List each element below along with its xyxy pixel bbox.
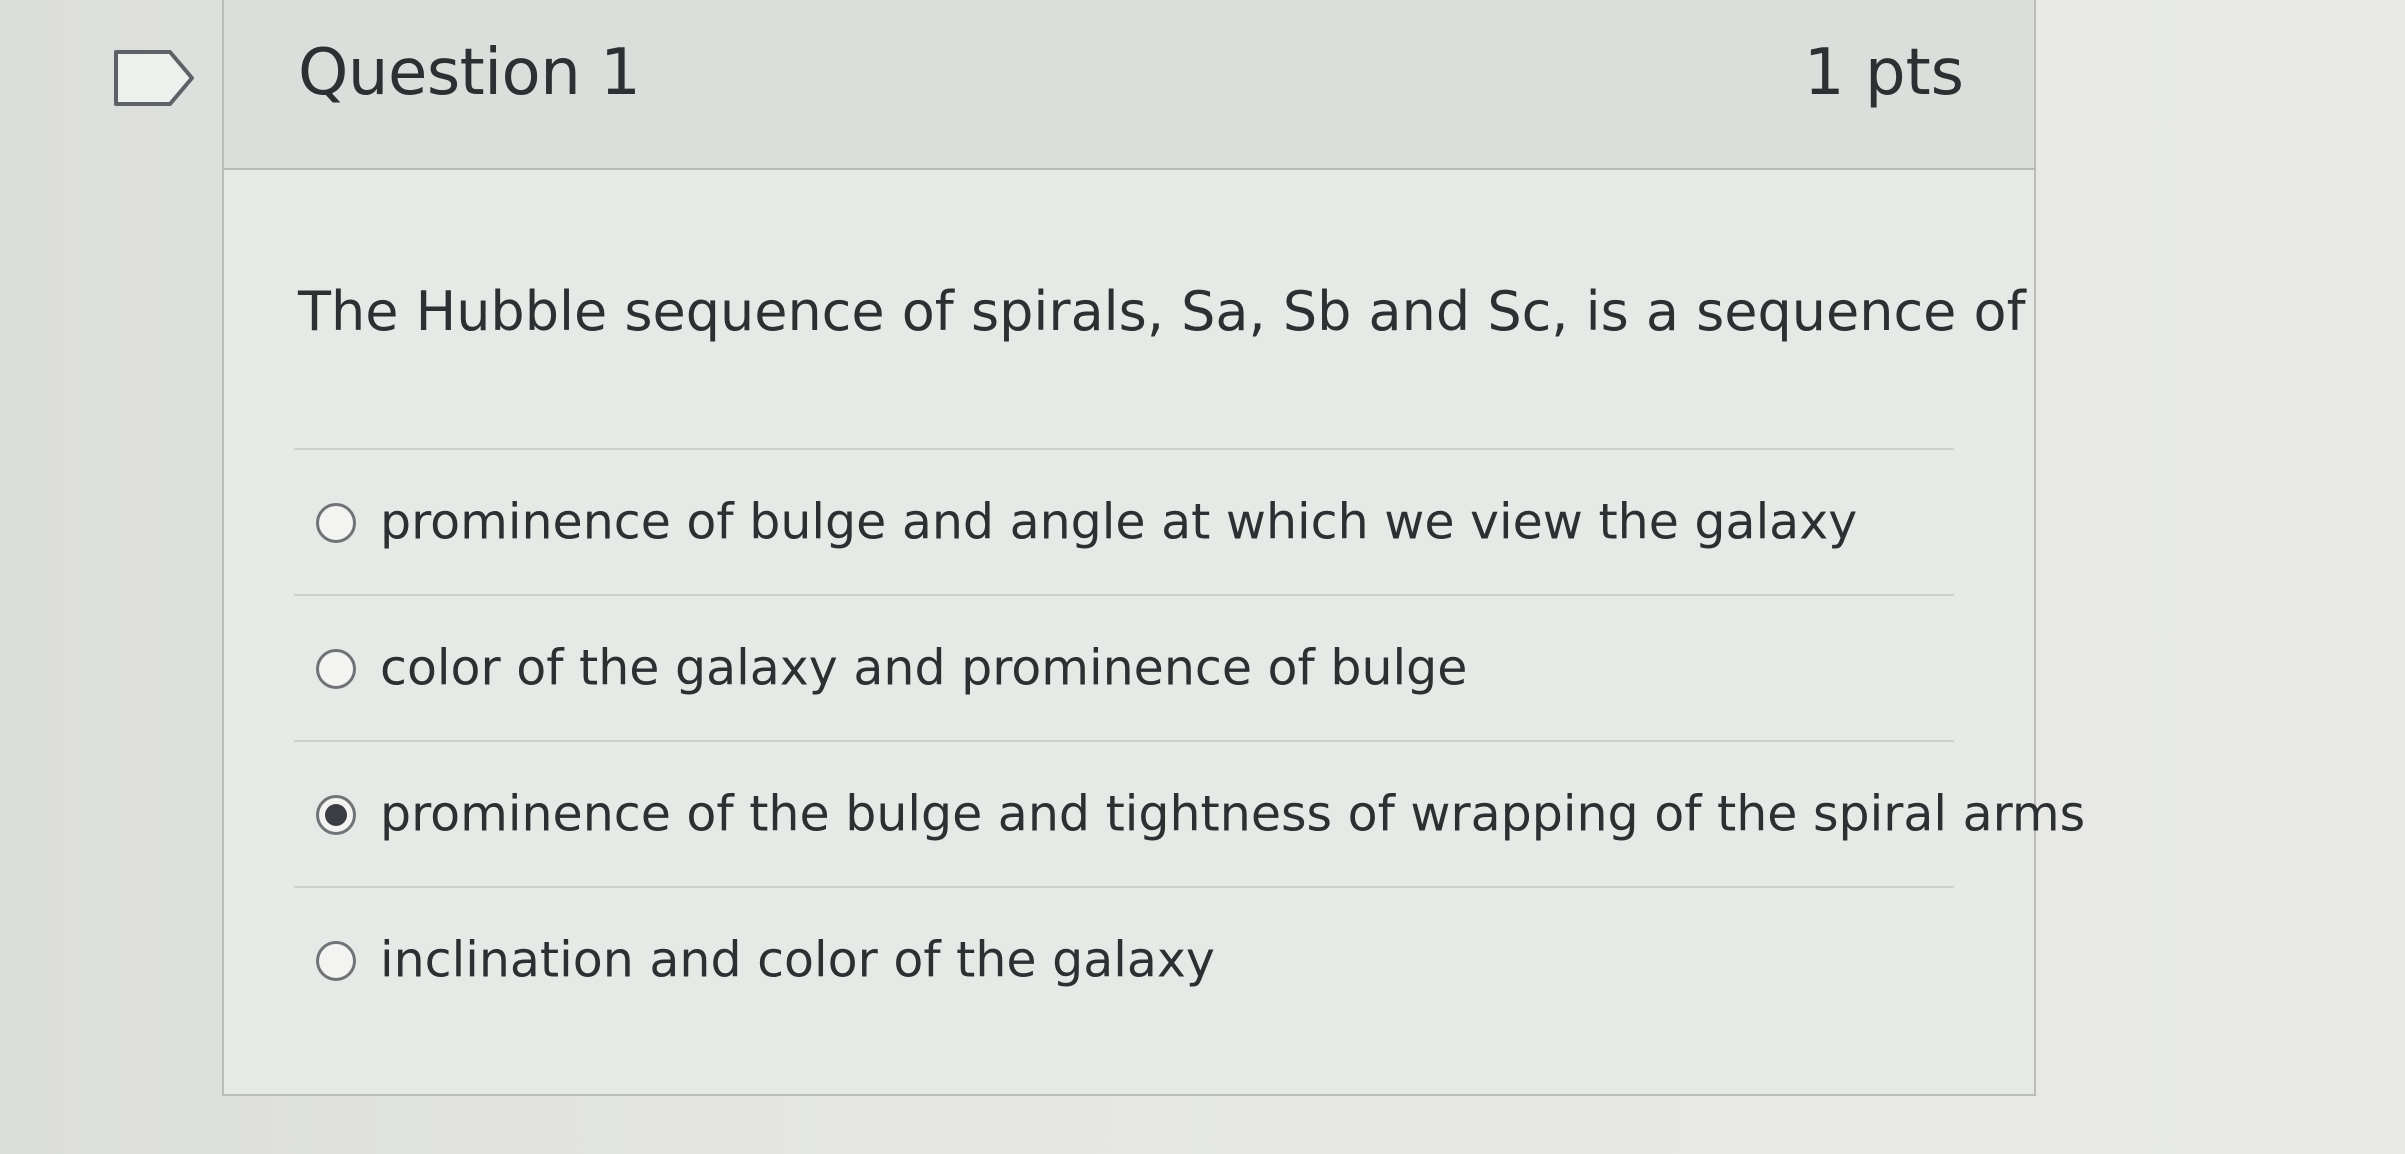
answer-option-4[interactable]: inclination and color of the galaxy (294, 888, 1954, 1032)
radio-button[interactable] (316, 941, 356, 981)
answer-option-1[interactable]: prominence of bulge and angle at which w… (294, 450, 1954, 594)
question-text: The Hubble sequence of spirals, Sa, Sb a… (298, 280, 2026, 343)
quiz-page: Question 1 1 pts The Hubble sequence of … (0, 0, 2405, 1154)
answer-option-3[interactable]: prominence of the bulge and tightness of… (294, 742, 2085, 886)
radio-button[interactable] (316, 649, 356, 689)
answer-label: color of the galaxy and prominence of bu… (380, 639, 1468, 697)
question-header: Question 1 1 pts (224, 0, 2034, 170)
answer-label: prominence of bulge and angle at which w… (380, 493, 1858, 551)
radio-button-selected[interactable] (316, 795, 356, 835)
radio-button[interactable] (316, 503, 356, 543)
question-title: Question 1 (298, 36, 641, 110)
question-points: 1 pts (1803, 36, 1964, 110)
answer-option-2[interactable]: color of the galaxy and prominence of bu… (294, 596, 1954, 740)
flag-outline-icon[interactable] (112, 48, 196, 108)
answer-list: prominence of bulge and angle at which w… (294, 448, 2085, 1032)
answer-label: prominence of the bulge and tightness of… (380, 785, 2086, 843)
answer-label: inclination and color of the galaxy (380, 931, 1215, 989)
question-card: Question 1 1 pts The Hubble sequence of … (222, 0, 2085, 1096)
